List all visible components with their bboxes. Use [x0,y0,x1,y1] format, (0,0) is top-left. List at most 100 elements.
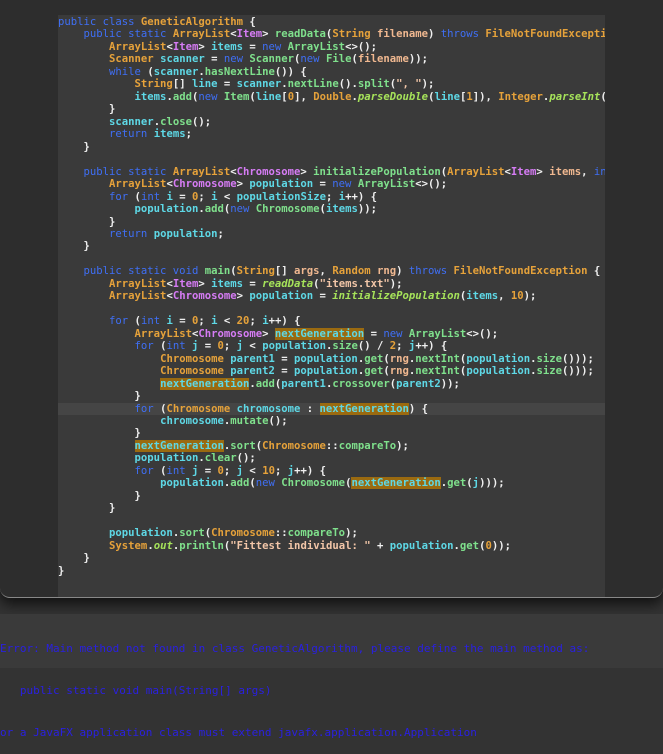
code-token: } [58,427,141,440]
code-token: System [109,539,148,552]
code-token: public static [83,165,173,178]
code-token: > [236,290,250,303]
code-token: scanner [236,78,282,91]
console-line: or a JavaFX application class must exten… [0,726,477,739]
code-token: ++) { [268,315,301,328]
code-token: parent1 [230,352,275,365]
code-line: public static ArrayList<Chromosome> init… [58,166,605,178]
code-token: String [236,265,275,278]
code-token: ))); [479,477,505,490]
code-token: } [58,502,116,515]
code-token: "items.txt" [319,277,390,290]
code-token: throws [408,265,454,278]
code-token: int [166,464,192,477]
code-token: Random [332,265,377,278]
code-line: population.add(new Chromosome(nextGenera… [58,477,605,490]
code-token: items [211,40,243,53]
code-token: , [498,290,511,303]
code-token: add [230,477,250,490]
code-token: <>(); [345,40,377,53]
code-token: split [357,78,390,91]
code-token: rng [376,265,397,278]
code-token: throws [440,28,486,41]
code-token: ], [294,90,314,103]
code-token: Chromosome [172,290,237,303]
code-token: [] [274,265,295,278]
code-token: population [249,178,314,191]
code-token: () / [357,340,390,353]
code-token: : [300,402,320,415]
code-line: for (int j = 0; j < 10; j++) { [58,465,605,477]
code-token: :: [325,439,339,452]
code-token: ArrayList [109,277,167,290]
code-token: ArrayList [357,178,416,191]
code-token: ( [600,91,605,103]
code-line: items.add(new Item(line[0], Double.parse… [58,91,605,103]
code-token: } [58,140,90,153]
highlighted-token: nextGeneration [134,439,224,452]
code-line: for (int i = 0; i < populationSize; i++)… [58,191,605,203]
code-line: ArrayList<Item> items = readData("items.… [58,278,605,290]
code-token: int [166,340,192,353]
code-token: add [172,90,192,103]
editor-window: public class GeneticAlgorithm { public s… [0,0,663,598]
code-token: items [325,203,358,216]
highlighted-token: nextGeneration [274,327,365,340]
code-token: new [332,178,358,191]
code-line: System.out.println("Fittest individual: … [58,540,605,552]
code-line: } [58,552,605,564]
code-token: filename [376,28,428,41]
code-token: ); [421,78,435,91]
code-token: public static [83,28,173,41]
code-token: new [230,203,256,216]
code-token: FileNotFoundException [485,28,605,41]
code-token: > [536,165,550,178]
code-token: Chromosome [160,352,231,365]
code-token: (). [338,78,358,91]
code-token: population [153,227,218,240]
console-output[interactable]: Error: Main method not found in class Ge… [0,614,663,739]
code-token: filename [357,53,409,66]
code-token: initializePopulation [313,165,441,178]
code-content[interactable]: public class GeneticAlgorithm { public s… [58,16,605,577]
code-token: return [109,227,154,240]
code-token: Scanner [109,53,161,66]
code-token: , [319,265,333,278]
code-token: Chromosome [166,402,237,415]
console-line: public static void main(String[] args) [0,684,272,697]
code-editor[interactable]: public class GeneticAlgorithm { public s… [58,15,605,597]
code-token: ArrayList [109,40,167,53]
code-token: parent2 [396,377,441,390]
code-token: File [325,53,352,66]
code-token: Chromosome [262,439,326,452]
code-token: ArrayList [287,40,346,53]
code-token: = [274,365,295,378]
code-token: ; [223,464,237,477]
console-line: Error: Main method not found in class Ge… [0,642,590,655]
highlighted-token: nextGeneration [160,377,250,390]
code-token: rng [389,352,409,365]
code-token: } [58,564,65,577]
code-token: String [332,28,377,41]
code-line: return population; [58,228,605,240]
code-token: items [549,165,582,178]
code-token: int [140,315,167,328]
code-token: add [255,377,275,390]
code-token: while [109,65,148,78]
code-token: (); [236,452,256,465]
code-token: population [134,452,199,465]
code-token: Item [172,277,199,290]
code-token: = [172,315,192,328]
code-token: 20 [236,315,250,328]
code-token: "Fittest individual: " [230,539,371,552]
code-token: )); [357,203,377,216]
code-line: Scanner scanner = new Scanner(new File(f… [58,53,605,65]
